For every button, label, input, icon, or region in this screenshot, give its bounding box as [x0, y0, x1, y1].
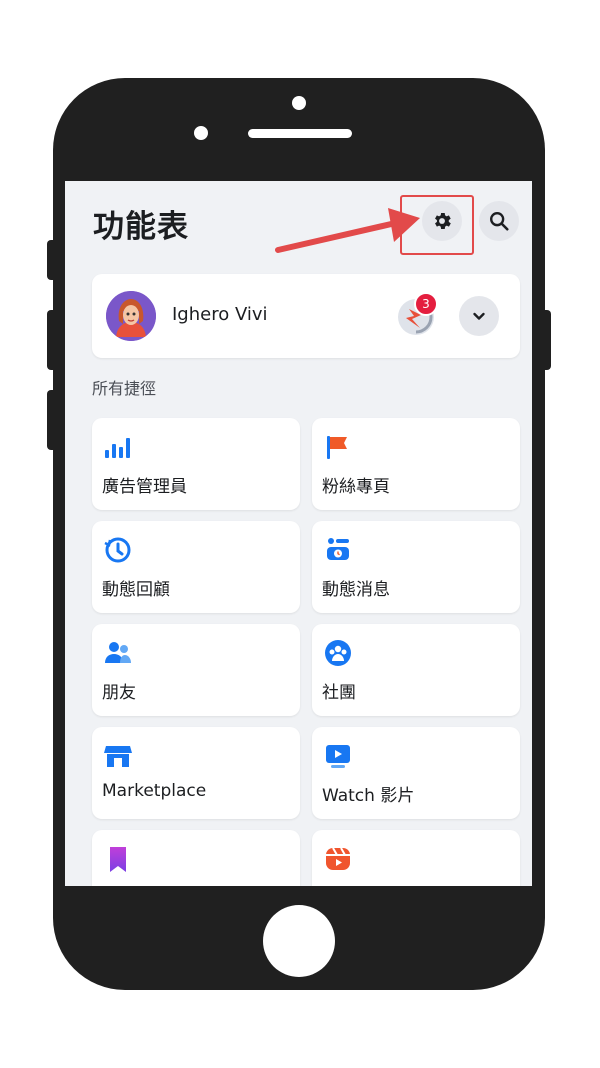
shortcut-reels[interactable]	[312, 830, 520, 886]
clock-icon	[104, 537, 131, 563]
tile-label: Marketplace	[102, 781, 207, 801]
bar-chart-icon	[105, 438, 130, 458]
tile-label: Watch 影片	[322, 786, 415, 806]
tile-label: 動態回顧	[102, 580, 170, 600]
account-switch-button[interactable]	[459, 296, 499, 336]
profile-card[interactable]: Ighero Vivi 3	[92, 274, 520, 358]
flag-icon	[327, 436, 347, 459]
tile-label: 動態消息	[322, 580, 390, 600]
bookmark-icon	[110, 847, 126, 872]
menu-screen: 功能表 Ighero Vivi 3 所有捷徑 廣告管理員 粉絲專頁 動態回顧 動…	[65, 181, 532, 886]
shortcut-friends[interactable]: 朋友	[92, 624, 300, 716]
front-camera	[292, 96, 306, 110]
feed-icon	[327, 538, 349, 560]
search-button[interactable]	[479, 201, 519, 241]
search-icon	[490, 212, 509, 231]
annotation-arrow	[275, 208, 420, 253]
tile-label: 社團	[322, 683, 356, 703]
reels-icon	[326, 847, 350, 870]
profile-name[interactable]: Ighero Vivi	[172, 304, 268, 325]
store-icon	[104, 746, 132, 767]
tile-label: 粉絲專頁	[322, 477, 390, 497]
tile-label: 廣告管理員	[102, 477, 187, 497]
page-title: 功能表	[93, 209, 189, 245]
avatar[interactable]	[106, 291, 156, 341]
shortcut-memories[interactable]: 動態回顧	[92, 521, 300, 613]
shortcut-saved[interactable]	[92, 830, 300, 886]
chevron-down-icon	[473, 312, 485, 320]
groups-icon	[325, 640, 351, 666]
proximity-sensor	[194, 126, 208, 140]
shortcut-watch[interactable]: Watch 影片	[312, 727, 520, 819]
video-icon	[326, 745, 350, 768]
shortcut-groups[interactable]: 社團	[312, 624, 520, 716]
shortcut-ads-manager[interactable]: 廣告管理員	[92, 418, 300, 510]
shortcut-pages[interactable]: 粉絲專頁	[312, 418, 520, 510]
shortcut-feeds[interactable]: 動態消息	[312, 521, 520, 613]
notification-badge: 3	[414, 292, 438, 316]
tile-label: 朋友	[102, 683, 136, 703]
shortcut-marketplace[interactable]: Marketplace	[92, 727, 300, 819]
earpiece-speaker	[248, 129, 352, 138]
home-button[interactable]	[263, 905, 335, 977]
friends-icon	[105, 642, 131, 663]
shortcuts-label: 所有捷徑	[92, 379, 157, 398]
